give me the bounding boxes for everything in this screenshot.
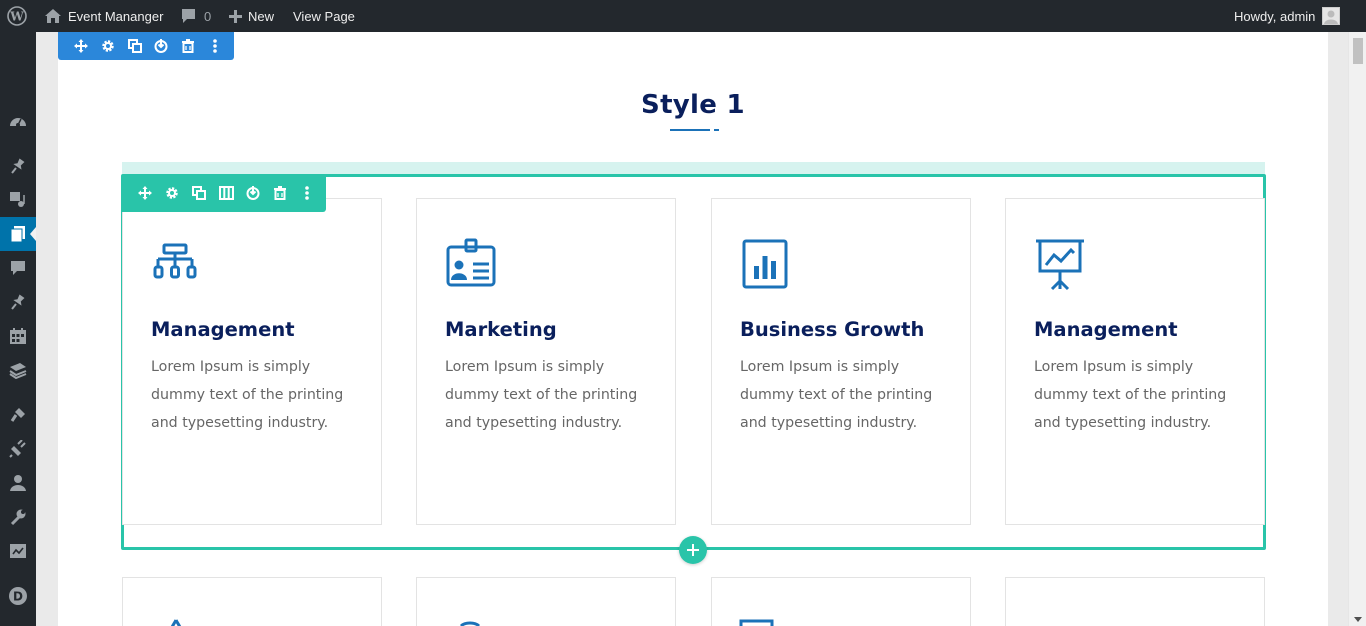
view-page-label: View Page (293, 8, 355, 24)
menu-comments-icon[interactable] (0, 251, 36, 285)
service-card[interactable]: Management Lorem Ipsum is simply dummy t… (1005, 198, 1265, 525)
svg-text:W: W (9, 10, 24, 24)
add-row-button[interactable] (679, 536, 707, 564)
menu-users-icon[interactable] (0, 466, 36, 500)
scroll-down-arrow-icon[interactable] (1354, 617, 1362, 622)
org-chart-icon (153, 243, 197, 279)
site-name-label: Event Mananger (68, 8, 164, 24)
admin-bar: W Event Mananger 0 New View Page Howdy, … (0, 0, 1366, 32)
card-description: Lorem Ipsum is simply dummy text of the … (151, 359, 344, 431)
page-section: Style 1 Management Lorem Ipsum is simply… (58, 32, 1328, 626)
plus-icon (687, 544, 699, 556)
wordpress-logo-icon[interactable]: W (7, 0, 27, 32)
admin-menu: D (0, 32, 36, 626)
service-card[interactable]: Business Growth Lorem Ipsum is simply du… (711, 198, 971, 525)
row-settings-icon[interactable] (159, 179, 186, 207)
service-card-partial[interactable] (711, 577, 971, 626)
section-settings-icon[interactable] (95, 32, 122, 60)
row-columns-icon[interactable] (213, 179, 240, 207)
card-description: Lorem Ipsum is simply dummy text of the … (1034, 359, 1227, 431)
bar-chart-icon (742, 239, 788, 289)
menu-layers-icon[interactable] (0, 353, 36, 387)
account-menu[interactable]: Howdy, admin (1234, 0, 1341, 32)
menu-calendar-icon[interactable] (0, 319, 36, 353)
service-card[interactable]: Management Lorem Ipsum is simply dummy t… (122, 198, 382, 525)
presentation-icon (1036, 239, 1084, 291)
scrollbar-thumb[interactable] (1353, 38, 1363, 64)
card-title: Management (151, 318, 295, 341)
card-title: Business Growth (740, 318, 925, 341)
greeting-label: Howdy, admin (1234, 8, 1316, 24)
menu-media-icon[interactable] (0, 183, 36, 217)
section-toolbar (58, 32, 234, 60)
plus-icon (229, 9, 242, 23)
row-more-icon[interactable] (293, 179, 320, 207)
builder-canvas: Style 1 Management Lorem Ipsum is simply… (36, 32, 1348, 626)
menu-dashboard-icon[interactable] (0, 105, 36, 139)
heading-underline-dot (714, 129, 719, 131)
menu-settings-icon[interactable] (0, 534, 36, 568)
card-title: Marketing (445, 318, 557, 341)
comment-bubble-icon (182, 9, 195, 23)
row-move-icon[interactable] (132, 179, 159, 207)
row-padding-highlight (122, 162, 1265, 174)
service-card[interactable]: Marketing Lorem Ipsum is simply dummy te… (416, 198, 676, 525)
section-delete-icon[interactable] (175, 32, 202, 60)
comments-count: 0 (204, 8, 212, 24)
document-icon (739, 619, 774, 626)
site-name-link[interactable]: Event Mananger (44, 0, 163, 32)
section-duplicate-icon[interactable] (121, 32, 148, 60)
row-duplicate-icon[interactable] (186, 179, 213, 207)
globe-icon (459, 621, 481, 626)
section-heading: Style 1 (641, 90, 745, 120)
new-label: New (248, 8, 275, 24)
service-card-partial[interactable] (1005, 577, 1265, 626)
menu-appearance-icon[interactable] (0, 398, 36, 432)
comments-link[interactable]: 0 (180, 0, 211, 32)
card-title: Management (1034, 318, 1178, 341)
service-card-partial[interactable] (416, 577, 676, 626)
section-save-icon[interactable] (148, 32, 175, 60)
menu-pin-icon[interactable] (0, 149, 36, 183)
support-icon (1036, 618, 1082, 626)
menu-plugins-icon[interactable] (0, 432, 36, 466)
vertical-scrollbar[interactable] (1348, 32, 1366, 626)
card-description: Lorem Ipsum is simply dummy text of the … (445, 359, 638, 431)
menu-divi-icon[interactable]: D (0, 579, 36, 613)
new-content-link[interactable]: New (229, 0, 274, 32)
avatar (1322, 7, 1341, 25)
menu-pages-icon[interactable] (0, 217, 36, 251)
menu-pin-icon[interactable] (0, 285, 36, 319)
view-page-link[interactable]: View Page (293, 0, 355, 32)
row-delete-icon[interactable] (266, 179, 293, 207)
heading-underline (670, 129, 710, 131)
card-description: Lorem Ipsum is simply dummy text of the … (740, 359, 933, 431)
row-save-icon[interactable] (239, 179, 266, 207)
menu-tools-icon[interactable] (0, 500, 36, 534)
service-card-partial[interactable] (122, 577, 382, 626)
section-move-icon[interactable] (68, 32, 95, 60)
svg-text:D: D (13, 590, 23, 604)
row-toolbar (122, 174, 326, 212)
home-icon (45, 9, 61, 23)
section-more-icon[interactable] (201, 32, 228, 60)
drop-icon (170, 619, 182, 626)
id-badge-icon (446, 238, 496, 287)
